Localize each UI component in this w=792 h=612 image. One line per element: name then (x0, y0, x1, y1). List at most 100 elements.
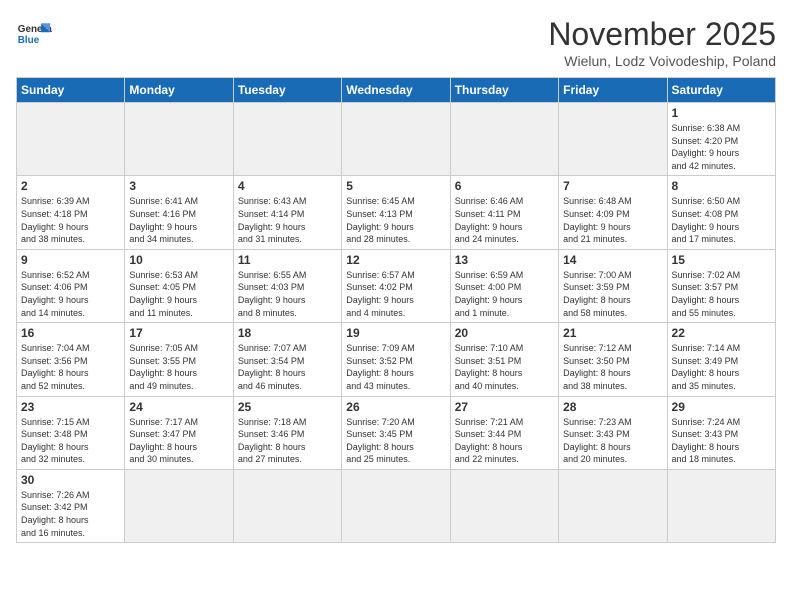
day-number: 8 (672, 179, 771, 193)
week-row-2: 2 Sunrise: 6:39 AM Sunset: 4:18 PM Daylig… (17, 176, 776, 249)
day-number: 2 (21, 179, 120, 193)
day-number: 25 (238, 400, 337, 414)
day-info: Sunrise: 7:07 AM Sunset: 3:54 PM Dayligh… (238, 342, 337, 392)
day-cell: 16Sunrise: 7:04 AM Sunset: 3:56 PM Dayli… (17, 323, 125, 396)
page: General Blue November 2025 Wielun, Lodz … (0, 0, 792, 612)
day-cell: 22 Sunrise: 7:14 AM Sunset: 3:49 PM Dayli… (667, 323, 775, 396)
day-number: 5 (346, 179, 445, 193)
day-info: Sunrise: 7:24 AM Sunset: 3:43 PM Dayligh… (672, 416, 771, 466)
week-row-3: 9 Sunrise: 6:52 AM Sunset: 4:06 PM Daylig… (17, 249, 776, 322)
calendar-header: SundayMondayTuesdayWednesdayThursdayFrid… (17, 78, 776, 103)
week-row-4: 16Sunrise: 7:04 AM Sunset: 3:56 PM Dayli… (17, 323, 776, 396)
header: General Blue November 2025 Wielun, Lodz … (16, 16, 776, 69)
day-number: 4 (238, 179, 337, 193)
logo-icon: General Blue (16, 16, 52, 52)
day-number: 3 (129, 179, 228, 193)
day-cell: 8 Sunrise: 6:50 AM Sunset: 4:08 PM Daylig… (667, 176, 775, 249)
day-info: Sunrise: 7:23 AM Sunset: 3:43 PM Dayligh… (563, 416, 662, 466)
day-number: 27 (455, 400, 554, 414)
day-cell: 18 Sunrise: 7:07 AM Sunset: 3:54 PM Dayli… (233, 323, 341, 396)
day-number: 28 (563, 400, 662, 414)
day-number: 21 (563, 326, 662, 340)
day-cell: 24Sunrise: 7:17 AM Sunset: 3:47 PM Dayli… (125, 396, 233, 469)
week-row-1: 1 Sunrise: 6:38 AM Sunset: 4:20 PM Daylig… (17, 103, 776, 176)
day-cell: 20Sunrise: 7:10 AM Sunset: 3:51 PM Dayli… (450, 323, 558, 396)
day-cell: 5 Sunrise: 6:45 AM Sunset: 4:13 PM Daylig… (342, 176, 450, 249)
week-row-6: 30Sunrise: 7:26 AM Sunset: 3:42 PM Dayli… (17, 469, 776, 542)
weekday-sunday: Sunday (17, 78, 125, 103)
day-info: Sunrise: 7:20 AM Sunset: 3:45 PM Dayligh… (346, 416, 445, 466)
day-cell: 25 Sunrise: 7:18 AM Sunset: 3:46 PM Dayli… (233, 396, 341, 469)
day-number: 10 (129, 253, 228, 267)
day-cell: 11Sunrise: 6:55 AM Sunset: 4:03 PM Dayli… (233, 249, 341, 322)
day-number: 22 (672, 326, 771, 340)
day-cell: 3 Sunrise: 6:41 AM Sunset: 4:16 PM Daylig… (125, 176, 233, 249)
day-info: Sunrise: 6:52 AM Sunset: 4:06 PM Dayligh… (21, 269, 120, 319)
day-info: Sunrise: 7:05 AM Sunset: 3:55 PM Dayligh… (129, 342, 228, 392)
day-info: Sunrise: 6:38 AM Sunset: 4:20 PM Dayligh… (672, 122, 771, 172)
day-cell: 4Sunrise: 6:43 AM Sunset: 4:14 PM Daylig… (233, 176, 341, 249)
day-cell: 10 Sunrise: 6:53 AM Sunset: 4:05 PM Dayli… (125, 249, 233, 322)
day-cell: 13Sunrise: 6:59 AM Sunset: 4:00 PM Dayli… (450, 249, 558, 322)
day-number: 17 (129, 326, 228, 340)
weekday-tuesday: Tuesday (233, 78, 341, 103)
weekday-friday: Friday (559, 78, 667, 103)
weekday-saturday: Saturday (667, 78, 775, 103)
day-info: Sunrise: 6:39 AM Sunset: 4:18 PM Dayligh… (21, 195, 120, 245)
day-number: 15 (672, 253, 771, 267)
day-info: Sunrise: 7:02 AM Sunset: 3:57 PM Dayligh… (672, 269, 771, 319)
main-title: November 2025 (548, 16, 776, 53)
weekday-wednesday: Wednesday (342, 78, 450, 103)
day-info: Sunrise: 6:50 AM Sunset: 4:08 PM Dayligh… (672, 195, 771, 245)
weekday-monday: Monday (125, 78, 233, 103)
day-cell: 28 Sunrise: 7:23 AM Sunset: 3:43 PM Dayli… (559, 396, 667, 469)
title-block: November 2025 Wielun, Lodz Voivodeship, … (548, 16, 776, 69)
day-cell: 7Sunrise: 6:48 AM Sunset: 4:09 PM Daylig… (559, 176, 667, 249)
day-info: Sunrise: 7:09 AM Sunset: 3:52 PM Dayligh… (346, 342, 445, 392)
day-info: Sunrise: 7:14 AM Sunset: 3:49 PM Dayligh… (672, 342, 771, 392)
day-cell: 17 Sunrise: 7:05 AM Sunset: 3:55 PM Dayli… (125, 323, 233, 396)
day-cell: 14Sunrise: 7:00 AM Sunset: 3:59 PM Dayli… (559, 249, 667, 322)
day-cell: 23Sunrise: 7:15 AM Sunset: 3:48 PM Dayli… (17, 396, 125, 469)
day-number: 12 (346, 253, 445, 267)
day-cell (125, 103, 233, 176)
day-cell (342, 469, 450, 542)
day-info: Sunrise: 7:12 AM Sunset: 3:50 PM Dayligh… (563, 342, 662, 392)
day-cell (450, 103, 558, 176)
svg-text:Blue: Blue (18, 35, 40, 46)
day-info: Sunrise: 7:17 AM Sunset: 3:47 PM Dayligh… (129, 416, 228, 466)
day-cell: 2 Sunrise: 6:39 AM Sunset: 4:18 PM Daylig… (17, 176, 125, 249)
day-info: Sunrise: 6:59 AM Sunset: 4:00 PM Dayligh… (455, 269, 554, 319)
day-number: 6 (455, 179, 554, 193)
day-cell (233, 469, 341, 542)
logo: General Blue (16, 16, 52, 52)
day-cell: 21 Sunrise: 7:12 AM Sunset: 3:50 PM Dayli… (559, 323, 667, 396)
day-number: 29 (672, 400, 771, 414)
day-cell: 29 Sunrise: 7:24 AM Sunset: 3:43 PM Dayli… (667, 396, 775, 469)
day-number: 1 (672, 106, 771, 120)
day-cell (450, 469, 558, 542)
day-cell (559, 103, 667, 176)
day-cell (559, 469, 667, 542)
day-info: Sunrise: 7:04 AM Sunset: 3:56 PM Dayligh… (21, 342, 120, 392)
day-cell: 6Sunrise: 6:46 AM Sunset: 4:11 PM Daylig… (450, 176, 558, 249)
day-number: 26 (346, 400, 445, 414)
day-info: Sunrise: 6:41 AM Sunset: 4:16 PM Dayligh… (129, 195, 228, 245)
day-cell (233, 103, 341, 176)
day-cell (667, 469, 775, 542)
weekday-row: SundayMondayTuesdayWednesdayThursdayFrid… (17, 78, 776, 103)
day-cell: 15 Sunrise: 7:02 AM Sunset: 3:57 PM Dayli… (667, 249, 775, 322)
day-info: Sunrise: 6:45 AM Sunset: 4:13 PM Dayligh… (346, 195, 445, 245)
day-info: Sunrise: 7:18 AM Sunset: 3:46 PM Dayligh… (238, 416, 337, 466)
day-cell: 12 Sunrise: 6:57 AM Sunset: 4:02 PM Dayli… (342, 249, 450, 322)
day-info: Sunrise: 7:15 AM Sunset: 3:48 PM Dayligh… (21, 416, 120, 466)
day-cell: 30Sunrise: 7:26 AM Sunset: 3:42 PM Dayli… (17, 469, 125, 542)
day-info: Sunrise: 7:26 AM Sunset: 3:42 PM Dayligh… (21, 489, 120, 539)
day-number: 9 (21, 253, 120, 267)
day-number: 18 (238, 326, 337, 340)
day-info: Sunrise: 7:10 AM Sunset: 3:51 PM Dayligh… (455, 342, 554, 392)
day-cell (17, 103, 125, 176)
day-cell: 27Sunrise: 7:21 AM Sunset: 3:44 PM Dayli… (450, 396, 558, 469)
day-info: Sunrise: 6:57 AM Sunset: 4:02 PM Dayligh… (346, 269, 445, 319)
day-info: Sunrise: 6:53 AM Sunset: 4:05 PM Dayligh… (129, 269, 228, 319)
